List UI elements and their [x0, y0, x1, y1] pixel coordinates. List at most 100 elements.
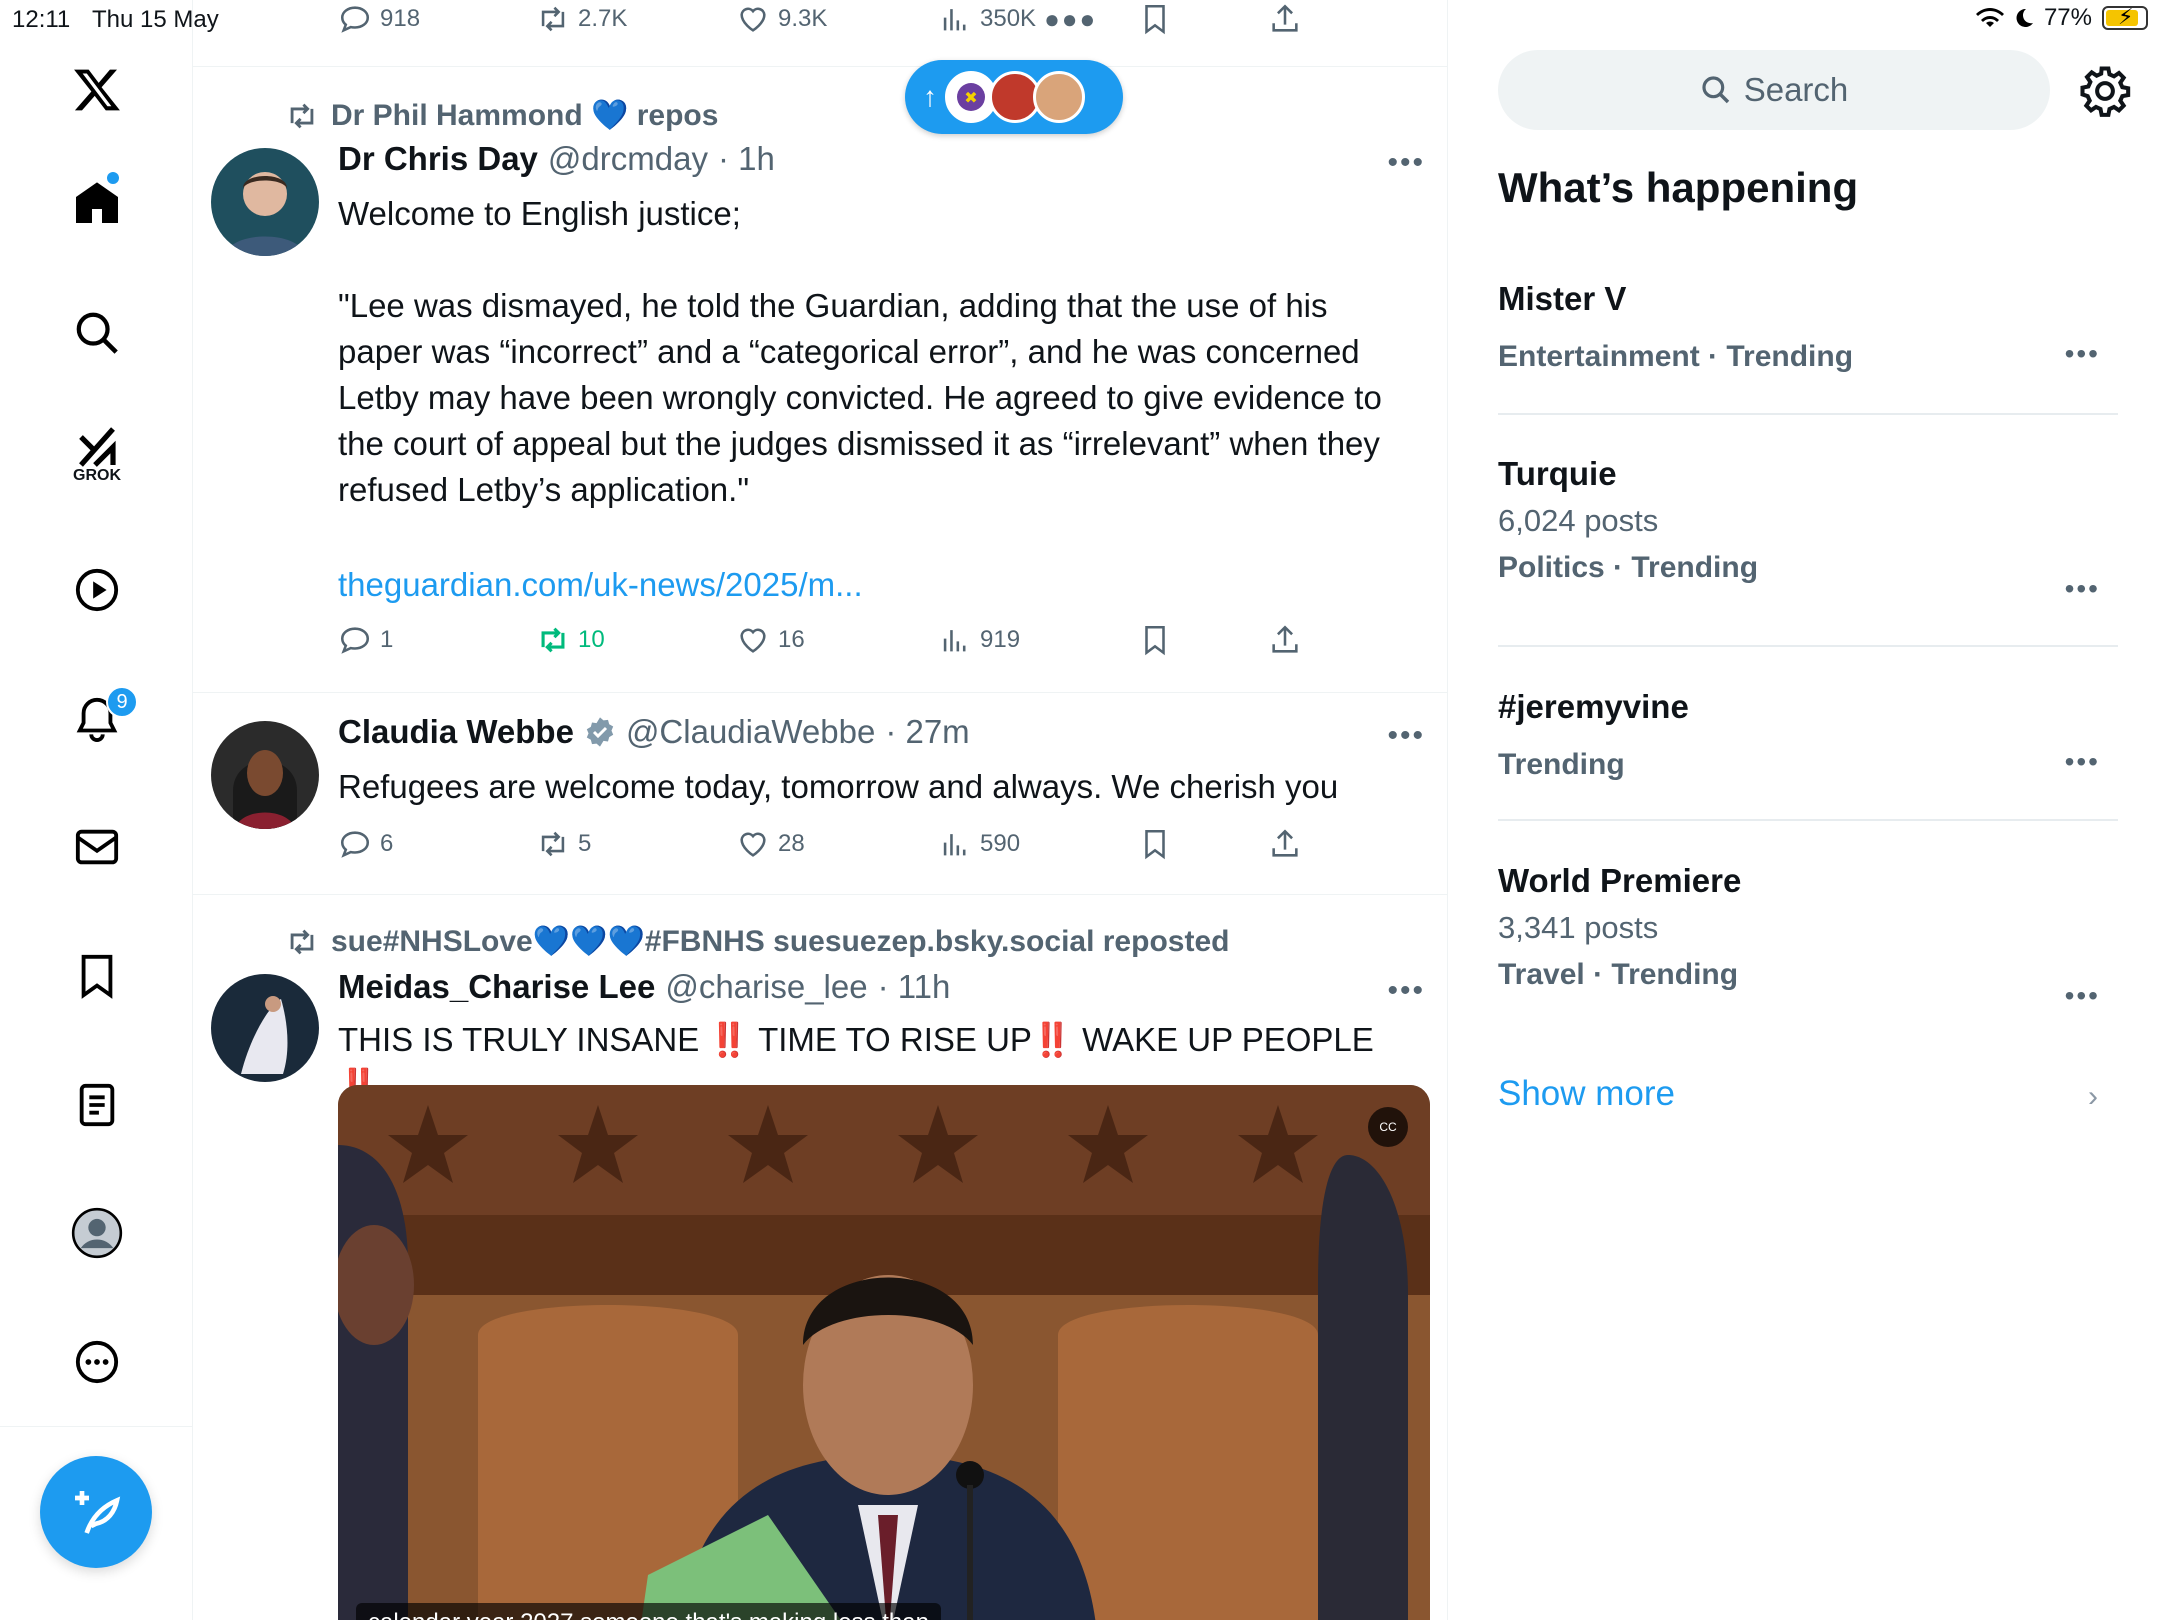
author-name[interactable]: Dr Chris Day [338, 140, 538, 178]
tweet-header: Dr Chris Day @drcmday · 1h [338, 140, 775, 178]
reply-count: 6 [380, 830, 394, 857]
repost-button[interactable]: 5 [536, 827, 591, 861]
trend-item[interactable]: Mister V Entertainment · Trending ••• [1498, 280, 2118, 374]
tweet-time[interactable]: · 27m [885, 713, 969, 751]
tweet-actions: 1 10 16 919 [338, 623, 1438, 663]
trend-divider [1498, 645, 2118, 647]
repost-context: sue#NHSLove💙💙💙#FBNHS suesuezep.bsky.soci… [285, 924, 1229, 959]
repost-count: 5 [578, 830, 592, 857]
reply-button[interactable]: 6 [338, 827, 393, 861]
author-name[interactable]: Claudia Webbe [338, 713, 574, 751]
trend-more-icon[interactable]: ••• [2065, 573, 2100, 605]
profile-icon[interactable] [62, 1198, 132, 1268]
tweet-header: Meidas_Charise Lee @charise_lee · 11h [338, 968, 950, 1006]
home-icon[interactable] [62, 168, 132, 238]
home-notification-dot [107, 172, 119, 184]
repost-count: 10 [578, 626, 605, 653]
video-icon[interactable] [62, 555, 132, 625]
sidebar: GROK 9 [0, 0, 193, 1620]
search-input[interactable]: Search [1498, 50, 2050, 130]
trend-item[interactable]: World Premiere 3,341 posts Travel · Tren… [1498, 862, 2118, 1011]
settings-gear-icon[interactable] [2078, 64, 2132, 118]
tweet-time[interactable]: · 11h [878, 968, 951, 1006]
trend-more-icon[interactable]: ••• [2065, 746, 2100, 778]
tweet-time[interactable]: · 1h [718, 140, 775, 178]
more-icon[interactable] [62, 1327, 132, 1397]
like-button[interactable]: 16 [736, 623, 805, 657]
author-handle[interactable]: @drcmday [548, 140, 708, 178]
video-caption: calendar year 2027 someone that's making… [356, 1603, 941, 1620]
tweet-link[interactable]: theguardian.com/uk-news/2025/m... [338, 562, 1398, 608]
video-frame [338, 1085, 1430, 1620]
video-player[interactable]: CC calendar year 2027 someone that's mak… [338, 1085, 1430, 1620]
tweet-divider [193, 692, 1447, 693]
tweet-divider [193, 66, 1447, 67]
author-handle[interactable]: @charise_lee [665, 968, 867, 1006]
x-logo-icon[interactable] [62, 55, 132, 125]
trend-more-icon[interactable]: ••• [2065, 980, 2100, 1012]
avatar[interactable] [211, 721, 319, 829]
repost-icon [290, 103, 314, 128]
trend-title: Mister V [1498, 280, 1627, 317]
reply-button[interactable]: 1 [338, 623, 393, 657]
tweet-actions: 6 5 28 590 [338, 827, 1438, 867]
section-title: What’s happening [1498, 164, 1859, 211]
views-button[interactable]: 919 [938, 623, 1020, 657]
heart-icon [740, 628, 766, 653]
share-button[interactable] [1268, 623, 1302, 657]
tweet-header: Claudia Webbe @ClaudiaWebbe · 27m [338, 713, 970, 751]
trend-title: World Premiere [1498, 862, 1742, 899]
search-icon [1702, 76, 1729, 104]
share-button[interactable] [1268, 827, 1302, 861]
lists-icon[interactable] [62, 1070, 132, 1140]
search-icon[interactable] [62, 298, 132, 368]
compose-button[interactable] [40, 1456, 152, 1568]
trend-item[interactable]: Turquie 6,024 posts Politics · Trending … [1498, 455, 2118, 604]
like-count: 16 [778, 626, 805, 653]
show-more-link[interactable]: Show more [1498, 1074, 1675, 1114]
bookmark-button[interactable] [1138, 827, 1172, 861]
status-time: 12:11 [12, 6, 71, 33]
views-button[interactable]: 590 [938, 827, 1020, 861]
views-icon [943, 834, 966, 856]
trend-more-icon[interactable]: ••• [2065, 338, 2100, 370]
reposted-by: Dr Phil Hammond 💙 repos [331, 99, 719, 132]
reposted-by: sue#NHSLove💙💙💙#FBNHS suesuezep.bsky.soci… [331, 925, 1230, 958]
trend-divider [1498, 819, 2118, 821]
repost-icon [541, 831, 565, 857]
pill-avatar-3 [1033, 71, 1085, 123]
grok-icon[interactable]: GROK [62, 420, 132, 490]
bookmark-button[interactable] [1138, 623, 1172, 657]
bookmarks-icon[interactable] [62, 941, 132, 1011]
arrow-up-icon: ↑ [923, 81, 937, 112]
trend-category: Entertainment · Trending [1498, 340, 1854, 373]
repost-context: Dr Phil Hammond 💙 repos [285, 98, 718, 133]
wifi-icon [1975, 8, 2004, 27]
tweet-more-icon[interactable]: ••• [1387, 146, 1425, 180]
new-posts-pill[interactable]: ↑ ✖ [905, 60, 1123, 134]
grok-label: GROK [73, 467, 121, 484]
trend-item[interactable]: #jeremyvine Trending ••• [1498, 688, 2118, 782]
avatar[interactable] [211, 148, 319, 256]
author-handle[interactable]: @ClaudiaWebbe [626, 713, 875, 751]
like-button[interactable]: 28 [736, 827, 805, 861]
messages-icon[interactable] [62, 812, 132, 882]
right-sidebar: Search What’s happening Mister V Enterta… [1448, 0, 2160, 1620]
trend-title: #jeremyvine [1498, 688, 1689, 725]
repost-button[interactable]: 10 [536, 623, 605, 657]
bookmark-icon [1145, 829, 1165, 860]
reply-icon [340, 627, 370, 654]
repost-icon [290, 929, 314, 954]
tweet-more-icon[interactable]: ••• [1387, 719, 1425, 753]
trend-category: Trending [1498, 748, 1625, 781]
tweet-more-icon[interactable]: ••• [1387, 974, 1425, 1008]
view-count: 590 [980, 830, 1021, 857]
chevron-right-icon: › [2088, 1080, 2098, 1113]
author-name[interactable]: Meidas_Charise Lee [338, 968, 655, 1006]
sidebar-divider [0, 1426, 193, 1427]
timeline: 918 2.7K 9.3K 350K ●●● ↑ ✖ Dr Phil Hammo… [193, 0, 1448, 1620]
notification-badge: 9 [106, 686, 138, 718]
avatar[interactable] [211, 974, 319, 1082]
feather-plus-icon [75, 1491, 121, 1534]
closed-captions-icon[interactable]: CC [1368, 1107, 1408, 1147]
